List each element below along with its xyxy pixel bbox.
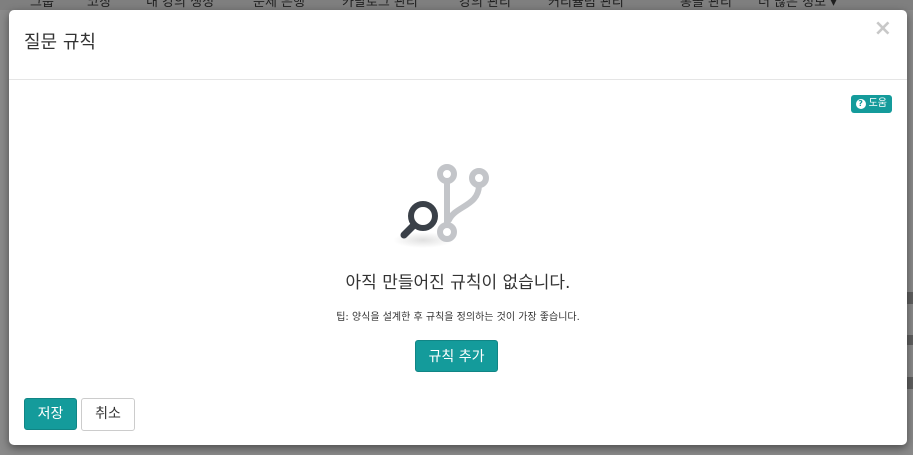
nav-item-question-bank: 문제 은행 <box>253 0 305 10</box>
cancel-button[interactable]: 취소 <box>81 398 135 431</box>
nav-item-coaching: 코칭 <box>87 0 111 10</box>
background-side-element <box>907 377 913 389</box>
nav-item-more-info: 더 많은 정보 ▾ <box>758 0 837 10</box>
nav-item-course-manage: 강의 관리 <box>459 0 511 10</box>
close-icon[interactable]: × <box>874 18 892 40</box>
modal-header: 질문 규칙 × <box>9 10 907 80</box>
empty-state-title: 아직 만들어진 규칙이 없습니다. <box>345 273 571 293</box>
background-navbar: 그룹 코칭 내 강의 생성 문제 은행 카탈로그 관리 강의 관리 커리큘럼 관… <box>0 0 913 10</box>
nav-item-leadership: 통솔 관리 <box>680 0 732 10</box>
nav-item-group: 그룹 <box>30 0 54 10</box>
help-button[interactable]: ? 도움 <box>850 95 892 113</box>
nav-item-create-course: 내 강의 생성 <box>146 0 215 10</box>
empty-state-tip: 팁: 양식을 설계한 후 규칙을 정의하는 것이 가장 좋습니다. <box>336 312 580 323</box>
modal-title: 질문 규칙 <box>24 32 96 53</box>
search-branch-icon <box>393 164 489 248</box>
nav-item-curriculum: 커리큘럼 관리 <box>548 0 624 10</box>
background-side-element <box>907 335 913 345</box>
add-rule-button[interactable]: 규칙 추가 <box>415 340 498 372</box>
nav-item-catalog: 카탈로그 관리 <box>342 0 418 10</box>
save-button[interactable]: 저장 <box>24 398 77 430</box>
question-rules-modal: 질문 규칙 × ? 도움 아직 만들어진 규칙이 없습니다. 팁: 양식을 설계 <box>9 10 907 445</box>
help-label: 도움 <box>868 98 887 109</box>
background-side-element <box>907 292 913 304</box>
caret-down-icon: ▾ <box>830 0 837 10</box>
question-circle-icon: ? <box>855 99 866 109</box>
